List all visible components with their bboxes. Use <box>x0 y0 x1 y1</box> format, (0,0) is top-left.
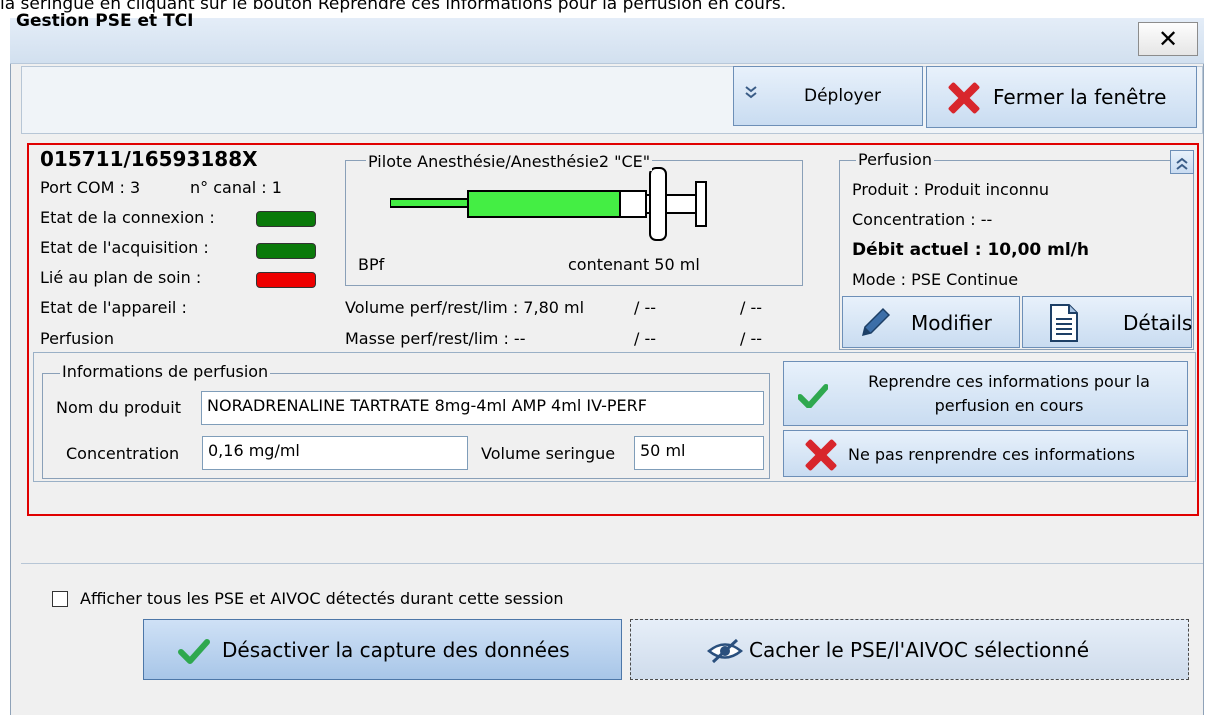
masse-perf: Masse perf/rest/lim : -- <box>345 329 526 348</box>
fermer-fenetre-button[interactable]: Fermer la fenêtre <box>926 66 1197 128</box>
pilote-title: Pilote Anesthésie/Anesthésie2 "CE" <box>366 152 653 171</box>
connexion-label: Etat de la connexion : <box>40 208 215 227</box>
modifier-label: Modifier <box>911 311 992 335</box>
perfusion-title: Perfusion <box>856 150 934 169</box>
red-x-icon <box>804 438 838 472</box>
produit-value: Produit : Produit inconnu <box>852 180 1050 199</box>
fermer-label: Fermer la fenêtre <box>993 85 1167 109</box>
red-x-icon <box>947 81 981 115</box>
checkmark-icon <box>178 638 210 664</box>
concentration-value: Concentration : -- <box>852 210 993 229</box>
volume-rest: / -- <box>634 298 657 317</box>
cacher-pse-button[interactable]: Cacher le PSE/l'AIVOC sélectionné <box>630 619 1189 680</box>
details-button[interactable]: Détails <box>1022 296 1192 348</box>
info-title: Informations de perfusion <box>60 362 271 381</box>
volume-lim: / -- <box>740 298 763 317</box>
details-label: Détails <box>1123 311 1193 335</box>
expand-chevron-icon <box>744 85 764 105</box>
cacher-label: Cacher le PSE/l'AIVOC sélectionné <box>749 638 1090 662</box>
modifier-button[interactable]: Modifier <box>842 296 1020 348</box>
checkmark-icon <box>798 384 828 408</box>
reprendre-label-line1: Reprendre ces informations pour la <box>868 372 1150 391</box>
reprendre-label-line2: perfusion en cours <box>934 396 1084 415</box>
collapse-button[interactable] <box>1170 150 1194 174</box>
ne-pas-reprendre-label: Ne pas renprendre ces informations <box>848 445 1135 464</box>
nom-produit-label: Nom du produit <box>56 398 181 417</box>
reprendre-label: Reprendre ces informations pour la perfu… <box>834 370 1184 418</box>
deployer-button[interactable]: Déployer <box>733 66 923 126</box>
lie-plan-label: Lié au plan de soin : <box>40 268 202 287</box>
masse-lim: / -- <box>740 329 763 348</box>
ne-pas-reprendre-button[interactable]: Ne pas renprendre ces informations <box>783 430 1188 477</box>
deployer-label: Déployer <box>804 86 881 106</box>
masse-rest: / -- <box>634 329 657 348</box>
volume-seringue-label: Volume seringue <box>481 444 616 463</box>
nom-produit-input[interactable]: NORADRENALINE TARTRATE 8mg-4ml AMP 4ml I… <box>201 391 764 425</box>
volume-perf: Volume perf/rest/lim : 7,80 ml <box>345 298 585 317</box>
close-button[interactable]: ✕ <box>1138 22 1198 56</box>
document-icon <box>1049 303 1079 347</box>
lie-plan-status-indicator <box>256 272 316 288</box>
acquisition-status-indicator <box>256 243 316 259</box>
hidden-eye-icon <box>707 638 743 668</box>
perfusion-state-label: Perfusion <box>40 329 114 348</box>
canal-number: n° canal : 1 <box>190 178 282 197</box>
desactiver-capture-button[interactable]: Désactiver la capture des données <box>143 619 622 680</box>
concentration-label: Concentration <box>66 444 180 463</box>
pencil-icon <box>857 305 893 345</box>
window-title: Gestion PSE et TCI <box>16 11 194 31</box>
syringe-icon <box>389 166 730 242</box>
debit-actuel: Débit actuel : 10,00 ml/h <box>852 240 1089 260</box>
afficher-tous-label[interactable]: Afficher tous les PSE et AIVOC détectés … <box>80 589 564 608</box>
connexion-status-indicator <box>256 211 316 227</box>
mode-value: Mode : PSE Continue <box>852 270 1019 289</box>
acquisition-label: Etat de l'acquisition : <box>40 238 209 257</box>
reprendre-button[interactable]: Reprendre ces informations pour la perfu… <box>783 361 1188 426</box>
concentration-input[interactable]: 0,16 mg/ml <box>202 436 468 470</box>
volume-seringue-input[interactable]: 50 ml <box>634 436 764 470</box>
desactiver-label: Désactiver la capture des données <box>222 638 570 662</box>
appareil-label: Etat de l'appareil : <box>40 298 187 317</box>
device-id: 015711/16593188X <box>40 147 258 171</box>
port-com: Port COM : 3 <box>40 178 141 197</box>
bpf-label: BPf <box>358 255 385 274</box>
afficher-tous-checkbox[interactable] <box>52 591 68 607</box>
contenant-label: contenant 50 ml <box>568 255 700 274</box>
